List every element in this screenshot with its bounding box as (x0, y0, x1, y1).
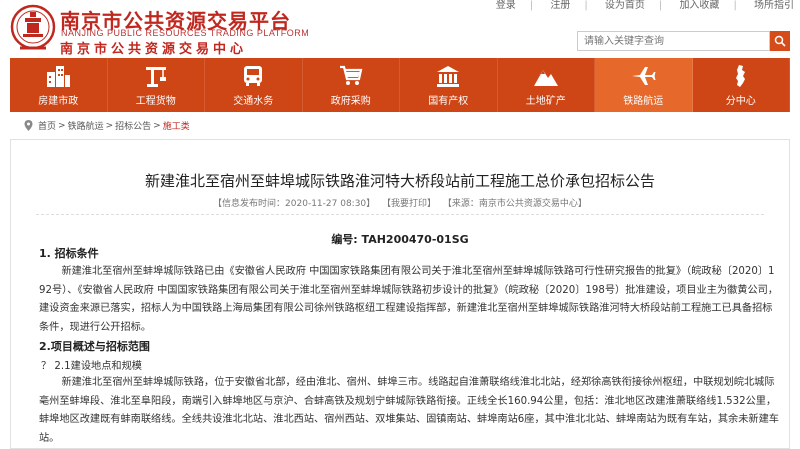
nav-item-railway-shipping[interactable]: 铁路航运 (595, 58, 693, 112)
nav-item-label: 交通水务 (233, 95, 274, 107)
search-icon (774, 35, 786, 47)
breadcrumb: 首页 > 铁路航运 > 招标公告 > 施工类 (24, 119, 190, 132)
nav-item-land-mineral[interactable]: 土地矿产 (498, 58, 595, 112)
brand-title-en: NANJING PUBLIC RESOURCES TRADING PLATFOR… (61, 28, 310, 38)
publish-date: 【信息发布时间：2020-11-27 08:30】 (213, 199, 376, 209)
divider: | (658, 0, 663, 11)
search-input[interactable] (577, 31, 770, 51)
breadcrumb-separator: > (105, 120, 114, 131)
site-header: 南京市公共资源交易平台 NANJING PUBLIC RESOURCES TRA… (0, 0, 800, 58)
bus-icon (244, 65, 263, 86)
nav-item-sub-centers[interactable]: 分中心 (693, 58, 790, 112)
article-content: 新建淮北至宿州至蚌埠城际铁路淮河特大桥段站前工程施工总价承包招标公告 【信息发布… (10, 139, 790, 449)
section-heading: 1. 招标条件 (39, 247, 99, 260)
tender-number: 编号: TAH200470-01SG (331, 233, 469, 246)
map-icon (735, 64, 745, 87)
nav-item-label: 土地矿产 (525, 95, 566, 107)
section-paragraph: 新建淮北至宿州至蚌埠城际铁路，位于安徽省北部，经由淮北、宿州、蚌埠三市。线路起自… (39, 377, 779, 444)
nav-item-label: 国有产权 (428, 95, 469, 107)
nav-item-transport[interactable]: 交通水务 (205, 58, 303, 112)
divider (36, 214, 764, 215)
section-paragraph: 新建淮北至宿州至蚌埠城际铁路已由《安徽省人民政府 中国国家铁路集团有限公司关于淮… (39, 266, 779, 333)
subsection-heading: ？ 2.1建设地点和规模 (41, 361, 142, 372)
nav-item-label: 政府采购 (330, 95, 371, 107)
divider: | (733, 0, 737, 11)
nav-item-state-assets[interactable]: 国有产权 (400, 58, 498, 112)
nav-item-housing[interactable]: 房建市政 (10, 58, 108, 112)
nav-item-label: 铁路航运 (623, 95, 664, 107)
mountain-icon (533, 69, 558, 86)
shopping-cart-icon (339, 65, 363, 85)
divider: | (529, 0, 534, 11)
source-text: 【来源：南京市公共资源交易中心】 (442, 199, 587, 209)
section-heading: 2.项目概述与招标范围 (39, 340, 150, 353)
location-pin-icon (24, 120, 33, 131)
breadcrumb-home[interactable]: 首页 (38, 119, 56, 132)
airplane-icon (632, 66, 656, 85)
nav-item-procurement[interactable]: 政府采购 (303, 58, 400, 112)
search-button[interactable] (770, 31, 790, 51)
top-links: 登录 | 注册 | 设为首页 | 加入收藏 | 场所指引 (482, 0, 794, 11)
article-meta: 【信息发布时间：2020-11-27 08:30】 【我要打印】 【来源：南京市… (11, 196, 789, 209)
nav-item-label: 分中心 (725, 95, 756, 107)
breadcrumb-separator: > (153, 120, 161, 131)
divider: | (584, 0, 588, 11)
government-building-icon (437, 65, 460, 87)
set-homepage-link[interactable]: 设为首页 (605, 0, 645, 11)
article-title: 新建淮北至宿州至蚌埠城际铁路淮河特大桥段站前工程施工总价承包招标公告 (144, 172, 655, 190)
breadcrumb-tender-notice[interactable]: 招标公告 (115, 119, 151, 132)
breadcrumb-construction[interactable]: 施工类 (163, 119, 190, 132)
buildings-icon (47, 65, 71, 87)
main-nav: 房建市政 工程货物 交通水务 政府采购 国有产权 土地矿产 铁路航运 分中心 (10, 58, 790, 112)
crane-icon (145, 66, 166, 87)
brand-subtitle-cn: 南京市公共资源交易中心 (60, 42, 248, 57)
breadcrumb-railway[interactable]: 铁路航运 (68, 119, 104, 132)
print-link[interactable]: 【我要打印】 (382, 199, 436, 209)
seal-logo-icon (10, 4, 56, 50)
venue-guide-link[interactable]: 场所指引 (754, 0, 794, 11)
breadcrumb-separator: > (58, 120, 66, 131)
nav-item-label: 房建市政 (38, 95, 79, 107)
nav-item-label: 工程货物 (135, 95, 176, 107)
nav-item-engineering[interactable]: 工程货物 (108, 58, 205, 112)
add-favorite-link[interactable]: 加入收藏 (679, 0, 719, 11)
register-link[interactable]: 注册 (550, 0, 570, 11)
login-link[interactable]: 登录 (496, 0, 516, 11)
